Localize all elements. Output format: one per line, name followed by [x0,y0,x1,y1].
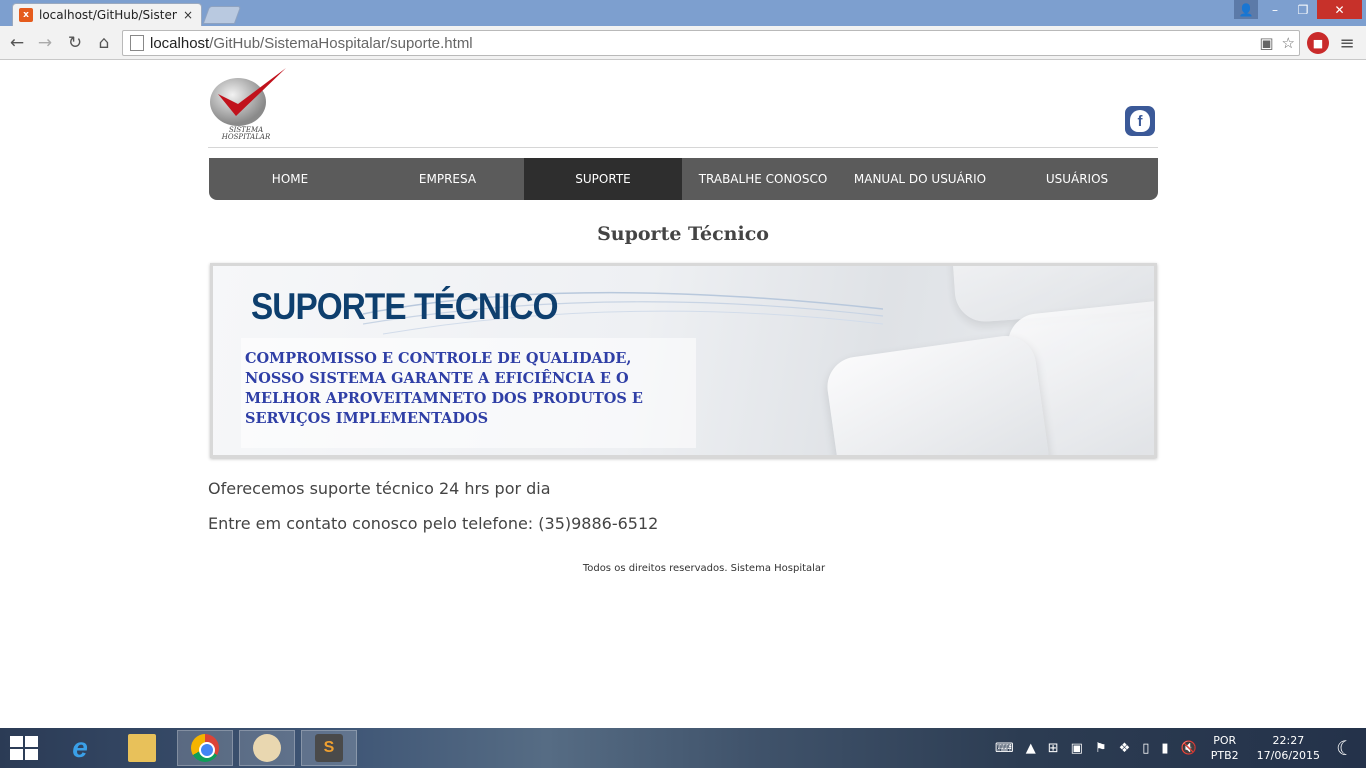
nav-item-empresa[interactable]: EMPRESA [371,158,524,200]
taskbar-sublime-text[interactable]: S [301,730,357,766]
address-bar[interactable]: localhost/GitHub/SistemaHospitalar/supor… [122,30,1300,56]
sublime-text-icon: S [315,734,343,762]
nav-item-suporte[interactable]: SUPORTE [524,158,682,200]
windows-flag-icon[interactable]: ⊞ [1048,741,1059,756]
page-title: Suporte Técnico [597,223,769,245]
logo-text-line2: HOSPITALAR [221,133,271,141]
windows-taskbar: e S ⌨ ▲ ⊞ ▣ ⚑ ❖ ▯ ▮ 🔇 POR PTB2 22:27 17/… [0,728,1366,768]
minimize-button[interactable]: – [1262,0,1288,19]
contact-phone-text: Entre em contato conosco pelo telefone: … [208,514,659,533]
footer-copyright: Todos os direitos reservados. Sistema Ho… [582,563,826,574]
banner-line: SERVIÇOS IMPLEMENTADOS [245,410,489,427]
folder-icon [128,734,156,762]
volume-muted-icon[interactable]: 🔇 [1181,741,1197,756]
web-page: SISTEMA HOSPITALAR f HOME EMPRESA SUPORT… [0,61,1366,728]
dropbox-icon[interactable]: ❖ [1119,741,1131,756]
maximize-button[interactable]: ❐ [1290,0,1316,19]
url-host: localhost [150,34,210,52]
clock-time: 22:27 [1272,734,1305,747]
adblock-extension-icon[interactable]: ■ [1307,32,1329,54]
omnibox-actions: ▣ ☆ [1259,34,1295,52]
site-logo[interactable]: SISTEMA HOSPITALAR [208,64,292,144]
facebook-icon[interactable]: f [1125,106,1155,136]
network-icon[interactable]: ▮ [1161,741,1168,756]
tab-title: localhost/GitHub/Sistema [39,8,177,22]
facebook-letter: f [1130,110,1150,132]
page-icon [130,35,144,51]
back-arrow-icon[interactable]: ← [6,32,28,54]
battery-icon[interactable]: ▯ [1142,741,1149,756]
chrome-menu-icon[interactable]: ≡ [1336,32,1358,54]
extension-page-icon[interactable]: ▣ [1259,34,1273,52]
taskbar-file-explorer[interactable] [114,730,170,766]
banner-line: MELHOR APROVEITAMNETO DOS PRODUTOS E [245,390,643,407]
nav-item-home[interactable]: HOME [209,158,371,200]
home-icon[interactable]: ⌂ [93,32,115,54]
xampp-favicon-icon: x [19,8,33,22]
forward-arrow-icon[interactable]: → [34,32,56,54]
tab-close-button[interactable]: × [183,8,193,22]
header-divider [208,147,1158,148]
clock-date: 17/06/2015 [1256,749,1321,762]
clock[interactable]: 22:27 17/06/2015 [1257,733,1320,763]
browser-tab-active[interactable]: x localhost/GitHub/Sistema × [12,3,202,26]
keyboard-icon[interactable]: ⌨ [995,741,1014,756]
support-banner-image: SUPORTE TÉCNICO COMPROMISSO E CONTROLE D… [210,263,1157,458]
reload-icon[interactable]: ↻ [64,32,86,54]
show-hidden-icons-icon[interactable]: ▲ [1026,741,1036,756]
taskbar-internet-explorer[interactable]: e [52,730,108,766]
new-tab-button[interactable] [202,6,242,24]
banner-title: SUPORTE TÉCNICO [251,286,558,327]
chrome-icon [191,734,219,762]
taskbar-chrome[interactable] [177,730,233,766]
user-profile-icon[interactable]: 👤 [1234,0,1258,19]
taskbar-paint[interactable] [239,730,295,766]
banner-keyboard-key [823,332,1053,455]
support-hours-text: Oferecemos suporte técnico 24 hrs por di… [208,479,551,498]
input-language[interactable]: POR PTB2 [1211,733,1239,763]
moon-icon[interactable]: ☾ [1336,736,1354,760]
language-code: POR [1213,734,1237,747]
nav-item-manual-do-usuario[interactable]: MANUAL DO USUÁRIO [844,158,996,200]
nav-item-trabalhe-conosco[interactable]: TRABALHE CONOSCO [682,158,844,200]
bookmark-star-icon[interactable]: ☆ [1282,34,1295,52]
url-path: /GitHub/SistemaHospitalar/suporte.html [209,34,473,52]
banner-line: COMPROMISSO E CONTROLE DE QUALIDADE, [245,350,632,367]
close-window-button[interactable]: ✕ [1317,0,1362,19]
windows-start-icon[interactable] [10,736,38,760]
paint-palette-icon [253,734,281,762]
keyboard-layout: PTB2 [1210,749,1239,762]
nav-item-usuarios[interactable]: USUÁRIOS [996,158,1158,200]
browser-toolbar: ← → ↻ ⌂ localhost/GitHub/SistemaHospital… [0,26,1366,60]
logo-checkmark-icon [210,68,286,126]
action-center-flag-icon[interactable]: ⚑ [1095,741,1107,756]
browser-titlebar: x localhost/GitHub/Sistema × 👤 – ❐ ✕ [0,0,1366,26]
system-tray: ⌨ ▲ ⊞ ▣ ⚑ ❖ ▯ ▮ 🔇 POR PTB2 22:27 17/06/2… [989,728,1366,768]
url-text[interactable]: localhost/GitHub/SistemaHospitalar/supor… [150,35,473,52]
nvidia-icon[interactable]: ▣ [1071,741,1083,756]
main-nav: HOME EMPRESA SUPORTE TRABALHE CONOSCO MA… [209,158,1158,200]
internet-explorer-icon: e [72,732,88,763]
banner-text: COMPROMISSO E CONTROLE DE QUALIDADE, NOS… [245,349,685,429]
logo-text: SISTEMA HOSPITALAR [208,127,284,141]
banner-line: NOSSO SISTEMA GARANTE A EFICIÊNCIA E O [245,370,629,387]
